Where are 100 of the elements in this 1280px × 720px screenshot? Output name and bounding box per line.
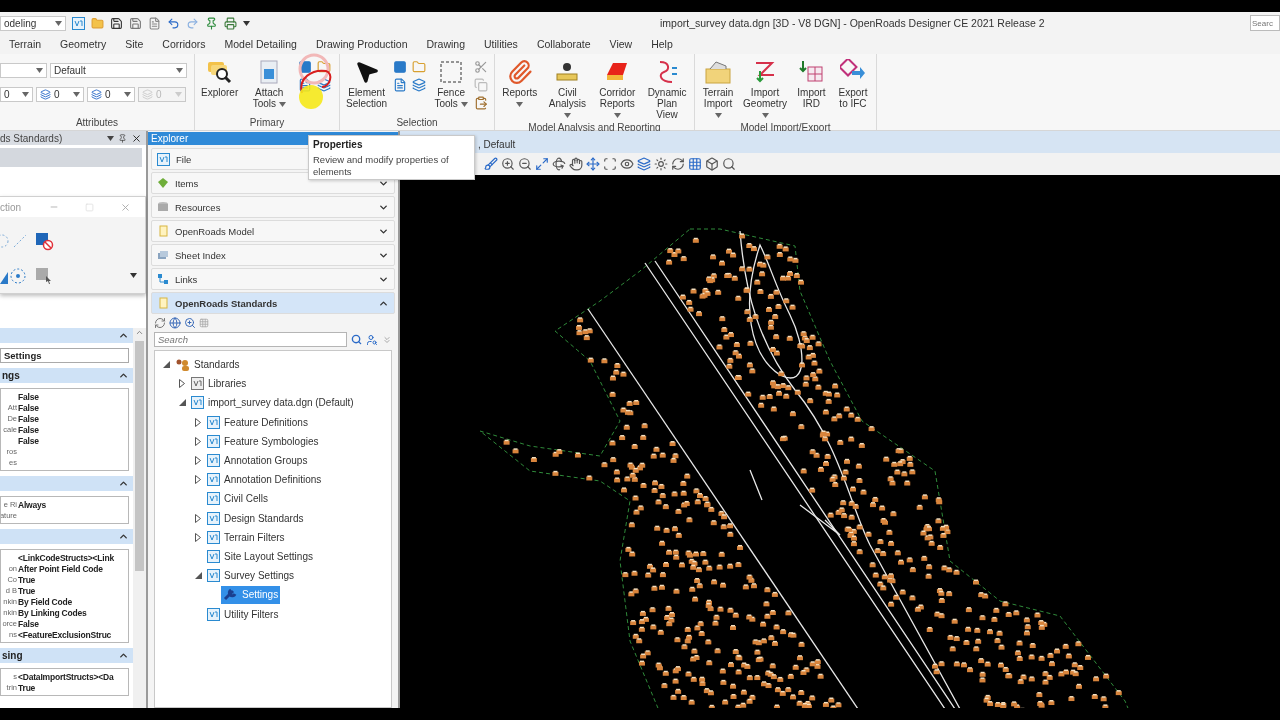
printer-icon[interactable] xyxy=(224,16,237,30)
collapsed-arrow-icon[interactable] xyxy=(195,417,201,427)
scrollbar[interactable] xyxy=(133,328,146,708)
ribbon-tab[interactable]: View xyxy=(609,38,633,50)
refresh-icon[interactable] xyxy=(671,157,685,171)
attribute-dropdown[interactable]: 0 xyxy=(36,87,84,102)
ribbon-button[interactable]: Corridor Reports xyxy=(594,58,641,121)
ribbon-button[interactable]: Terrain Import xyxy=(699,58,738,121)
caret-icon[interactable] xyxy=(22,92,29,97)
document-icon[interactable] xyxy=(393,78,408,92)
ribbon-tab[interactable]: Help xyxy=(651,38,673,50)
style-dropdown[interactable]: Default xyxy=(50,63,187,78)
close-icon[interactable] xyxy=(131,132,142,144)
zoom-icon[interactable] xyxy=(184,317,196,329)
attribute-dropdown[interactable] xyxy=(0,63,47,78)
ribbon-tab[interactable]: Geometry xyxy=(60,38,107,50)
caret-icon[interactable] xyxy=(278,102,286,107)
caret-icon[interactable] xyxy=(124,92,131,97)
ribbon-button[interactable]: Civil Analysis xyxy=(544,58,591,121)
eye-icon[interactable] xyxy=(620,157,634,171)
ribbon-tab[interactable]: Model Detailing xyxy=(224,38,297,50)
tree-item[interactable]: Feature Symbologies xyxy=(205,432,321,451)
ribbon-button[interactable]: Export to IFC xyxy=(833,58,872,110)
collapsed-arrow-icon[interactable] xyxy=(195,513,201,523)
expanded-arrow-icon[interactable] xyxy=(162,361,170,369)
paste-icon[interactable] xyxy=(474,96,488,110)
square-icon[interactable] xyxy=(393,60,408,74)
layers-icon[interactable] xyxy=(412,78,427,92)
tree-item[interactable]: Terrain Filters xyxy=(205,528,287,547)
collapse-icon[interactable] xyxy=(118,330,129,341)
zoom-in-icon[interactable] xyxy=(501,157,515,171)
folder-icon[interactable] xyxy=(317,60,332,74)
ribbon-button[interactable]: Element Selection xyxy=(344,58,390,110)
caret-icon[interactable] xyxy=(761,113,769,118)
ribbon-tab[interactable]: Drawing xyxy=(426,38,466,50)
scan-icon[interactable] xyxy=(603,157,617,171)
caret-icon[interactable] xyxy=(563,113,571,118)
ribbon-button[interactable]: Explorer xyxy=(199,58,241,99)
attribute-dropdown[interactable]: 0 xyxy=(87,87,135,102)
explorer-section-header[interactable]: OpenRoads Standards xyxy=(151,292,395,314)
search-field[interactable]: Searc xyxy=(1250,15,1280,31)
ribbon-tab[interactable]: Utilities xyxy=(484,38,518,50)
no-select-icon[interactable] xyxy=(34,230,54,251)
globe-icon[interactable] xyxy=(169,317,181,329)
caret-icon[interactable] xyxy=(176,68,183,73)
caret-icon[interactable] xyxy=(613,113,621,118)
ribbon-button[interactable]: Dynamic Plan View xyxy=(644,58,690,121)
ribbon-tab[interactable]: Corridors xyxy=(162,38,206,50)
user-search-icon[interactable] xyxy=(366,333,378,346)
expanded-arrow-icon[interactable] xyxy=(194,572,202,580)
search-icon[interactable] xyxy=(722,157,736,171)
zoom-out-icon[interactable] xyxy=(518,157,532,171)
tree-item[interactable]: Libraries xyxy=(189,374,249,393)
tree-item[interactable]: Annotation Definitions xyxy=(205,470,324,489)
section-header[interactable]: ngs xyxy=(0,368,133,383)
scissors-icon[interactable] xyxy=(474,60,488,74)
pin-icon[interactable] xyxy=(118,133,127,143)
explorer-section-header[interactable]: Links xyxy=(151,268,395,290)
undo-icon[interactable] xyxy=(167,16,180,30)
fit-view-icon[interactable] xyxy=(535,157,549,171)
caret-icon[interactable] xyxy=(36,68,43,73)
layers-icon[interactable] xyxy=(317,78,332,92)
tree-item[interactable]: Design Standards xyxy=(205,509,306,528)
caret-icon[interactable] xyxy=(460,102,468,107)
tree-item[interactable]: Utility Filters xyxy=(205,605,281,624)
ribbon-button[interactable]: Fence Tools xyxy=(432,58,470,110)
scroll-up-icon[interactable] xyxy=(135,328,144,337)
caret-icon[interactable] xyxy=(107,135,114,141)
explorer-section-header[interactable]: Resources xyxy=(151,196,395,218)
workflow-dropdown[interactable]: odeling xyxy=(0,15,66,31)
tree-item[interactable]: Survey Settings xyxy=(205,566,297,585)
name-field[interactable]: Settings xyxy=(0,348,129,363)
section-header[interactable]: sing xyxy=(0,648,133,663)
ribbon-tab[interactable]: Terrain xyxy=(9,38,42,50)
tree-item[interactable]: Annotation Groups xyxy=(205,451,310,470)
collapse-icon[interactable] xyxy=(118,370,129,381)
ribbon-button[interactable]: Import IRD xyxy=(793,58,830,110)
document-icon[interactable] xyxy=(148,16,161,30)
tree-item[interactable]: Standards xyxy=(173,355,242,374)
expanded-arrow-icon[interactable] xyxy=(178,399,186,407)
collapse-icon[interactable] xyxy=(118,650,129,661)
caret-icon[interactable] xyxy=(130,273,137,278)
collapsed-arrow-icon[interactable] xyxy=(195,456,201,466)
caret-icon[interactable] xyxy=(73,92,80,97)
caret-icon[interactable] xyxy=(243,20,250,26)
move-icon[interactable] xyxy=(586,157,600,171)
square-icon[interactable] xyxy=(298,60,313,74)
ribbon-tab[interactable]: Drawing Production xyxy=(315,38,408,50)
tree-item[interactable]: Site Layout Settings xyxy=(205,547,315,566)
pin-icon[interactable] xyxy=(205,16,218,30)
box-icon[interactable] xyxy=(705,157,719,171)
explorer-section-header[interactable]: Sheet Index xyxy=(151,244,395,266)
ribbon-tab[interactable]: Site xyxy=(125,38,144,50)
tree-item[interactable]: import_survey data.dgn (Default) xyxy=(189,393,356,412)
caret-icon[interactable] xyxy=(714,113,722,118)
ribbon-button[interactable]: Attach Tools xyxy=(244,58,295,110)
collapsed-arrow-icon[interactable] xyxy=(195,436,201,446)
caret-icon[interactable] xyxy=(55,20,62,26)
grid-icon[interactable] xyxy=(688,157,702,171)
cursor-square-icon[interactable] xyxy=(34,265,54,286)
